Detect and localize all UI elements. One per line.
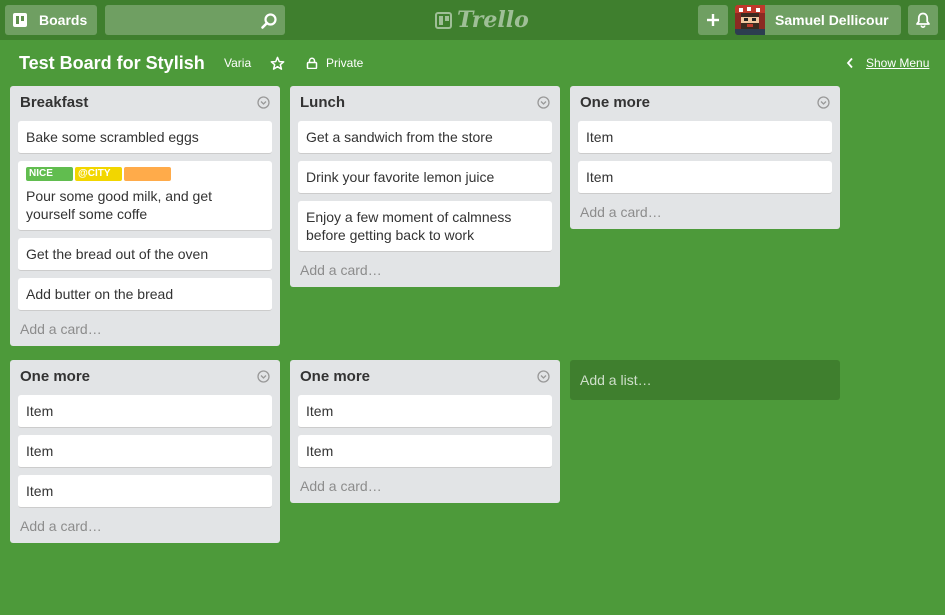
trello-logo-icon <box>435 11 452 29</box>
trello-logo[interactable]: Trello <box>435 7 529 33</box>
chevron-down-icon[interactable] <box>537 96 550 109</box>
lock-icon <box>306 57 318 69</box>
search-icon[interactable] <box>260 12 278 30</box>
board-visibility[interactable]: Private <box>326 56 363 70</box>
search-box[interactable] <box>105 5 285 35</box>
list-card[interactable]: Add butter on the bread <box>18 278 272 311</box>
list-header: One more <box>10 360 280 392</box>
bell-icon <box>916 12 930 28</box>
list-card[interactable]: Item <box>298 395 552 428</box>
search-input[interactable] <box>105 5 255 35</box>
list-card[interactable]: Enjoy a few moment of calmness before ge… <box>298 201 552 252</box>
list-one-more: One more Item Item Item Add a card… <box>10 360 280 543</box>
list-card[interactable]: Item <box>18 435 272 468</box>
list-breakfast: Breakfast Bake some scrambled eggs NICE … <box>10 86 280 346</box>
add-card-button[interactable]: Add a card… <box>570 194 840 229</box>
list-one-more: One more Item Item Add a card… <box>290 360 560 503</box>
list-lunch: Lunch Get a sandwich from the store Drin… <box>290 86 560 287</box>
list-title[interactable]: Lunch <box>300 94 550 111</box>
list-card[interactable]: NICE @CITY Pour some good milk, and get … <box>18 161 272 231</box>
list-title[interactable]: One more <box>20 368 270 385</box>
show-menu-button[interactable]: Show Menu <box>846 56 929 70</box>
chevron-down-icon[interactable] <box>257 370 270 383</box>
list-title[interactable]: One more <box>300 368 550 385</box>
list-header: Breakfast <box>10 86 280 118</box>
add-card-button[interactable]: Add a card… <box>290 252 560 287</box>
user-menu-button[interactable]: Samuel Dellicour <box>735 5 901 35</box>
top-header: Boards Trello Samuel Dellicour <box>0 0 945 40</box>
add-card-button[interactable]: Add a card… <box>10 311 280 346</box>
card-label: @CITY <box>75 167 122 181</box>
list-card[interactable]: Get a sandwich from the store <box>298 121 552 154</box>
logo-text: Trello <box>457 7 529 33</box>
add-list-button[interactable]: Add a list… <box>570 360 840 400</box>
show-menu-label: Show Menu <box>866 56 930 70</box>
list-card[interactable]: Drink your favorite lemon juice <box>298 161 552 194</box>
notifications-button[interactable] <box>908 5 938 35</box>
list-header: One more <box>570 86 840 118</box>
boards-icon <box>13 13 27 27</box>
add-button[interactable] <box>698 5 728 35</box>
board-title[interactable]: Test Board for Stylish <box>19 53 205 74</box>
boards-button[interactable]: Boards <box>5 5 97 35</box>
boards-label: Boards <box>39 12 88 28</box>
chevron-left-icon <box>846 57 853 69</box>
list-header: One more <box>290 360 560 392</box>
chevron-down-icon[interactable] <box>257 96 270 109</box>
add-card-button[interactable]: Add a card… <box>10 508 280 543</box>
star-icon[interactable] <box>270 56 285 71</box>
list-title[interactable]: Breakfast <box>20 94 270 111</box>
card-text: Pour some good milk, and get yourself so… <box>26 188 212 222</box>
list-card[interactable]: Item <box>18 395 272 428</box>
list-header: Lunch <box>290 86 560 118</box>
board-organization[interactable]: Varia <box>224 56 251 70</box>
user-name: Samuel Dellicour <box>775 12 889 28</box>
add-card-button[interactable]: Add a card… <box>290 468 560 503</box>
card-labels: NICE @CITY <box>26 167 264 181</box>
card-label <box>124 167 171 181</box>
list-card[interactable]: Bake some scrambled eggs <box>18 121 272 154</box>
card-label: NICE <box>26 167 73 181</box>
avatar <box>735 5 765 35</box>
list-card[interactable]: Item <box>578 121 832 154</box>
plus-icon <box>707 14 719 26</box>
list-title[interactable]: One more <box>580 94 830 111</box>
chevron-down-icon[interactable] <box>817 96 830 109</box>
list-card[interactable]: Item <box>578 161 832 194</box>
list-card[interactable]: Get the bread out of the oven <box>18 238 272 271</box>
list-card[interactable]: Item <box>298 435 552 468</box>
list-one-more: One more Item Item Add a card… <box>570 86 840 229</box>
chevron-down-icon[interactable] <box>537 370 550 383</box>
list-card[interactable]: Item <box>18 475 272 508</box>
